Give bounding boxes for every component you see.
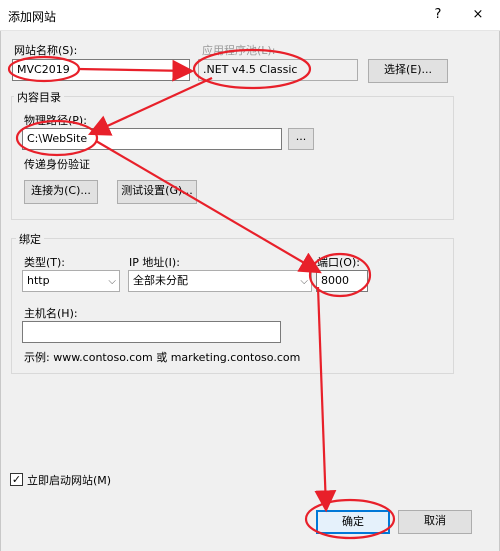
site-name-input[interactable]: MVC2019 — [12, 59, 190, 81]
title-bar: 添加网站 ? × — [0, 0, 500, 31]
cancel-button[interactable]: 取消 — [398, 510, 472, 534]
type-label: 类型(T): — [24, 256, 66, 269]
port-input[interactable]: 8000 — [316, 270, 368, 292]
pass-through-auth-label: 传递身份验证 — [24, 158, 90, 171]
app-pool-label: 应用程序池(L): — [202, 44, 276, 57]
host-name-label: 主机名(H): — [24, 307, 78, 320]
type-select[interactable]: http ⌵ — [22, 270, 120, 292]
connect-as-button[interactable]: 连接为(C)... — [24, 180, 98, 204]
site-name-label: 网站名称(S): — [14, 44, 78, 57]
example-text: 示例: www.contoso.com 或 marketing.contoso.… — [24, 351, 301, 364]
ok-button[interactable]: 确定 — [316, 510, 390, 534]
type-select-value: http — [27, 274, 50, 287]
help-icon[interactable]: ? — [426, 4, 450, 26]
content-directory-group-label: 内容目录 — [14, 89, 64, 105]
start-site-checkbox[interactable]: ✓ — [10, 473, 23, 486]
app-pool-field: .NET v4.5 Classic — [198, 59, 358, 81]
binding-group-label: 绑定 — [16, 231, 44, 247]
ip-address-select[interactable]: 全部未分配 ⌵ — [128, 270, 312, 292]
ip-address-label: IP 地址(I): — [129, 256, 180, 269]
chevron-down-icon: ⌵ — [300, 276, 308, 287]
chevron-down-icon: ⌵ — [108, 276, 116, 287]
window-title: 添加网站 — [8, 10, 57, 24]
start-site-label: 立即启动网站(M) — [27, 474, 112, 487]
physical-path-label: 物理路径(P): — [24, 114, 87, 127]
port-label: 端口(O): — [317, 256, 360, 269]
browse-path-button[interactable]: ... — [288, 128, 314, 150]
close-icon[interactable]: × — [466, 4, 490, 26]
host-name-input[interactable] — [22, 321, 281, 343]
ip-address-select-value: 全部未分配 — [133, 274, 188, 287]
test-settings-button[interactable]: 测试设置(G)... — [117, 180, 197, 204]
select-app-pool-button[interactable]: 选择(E)... — [368, 59, 448, 83]
physical-path-input[interactable]: C:\WebSite — [22, 128, 282, 150]
